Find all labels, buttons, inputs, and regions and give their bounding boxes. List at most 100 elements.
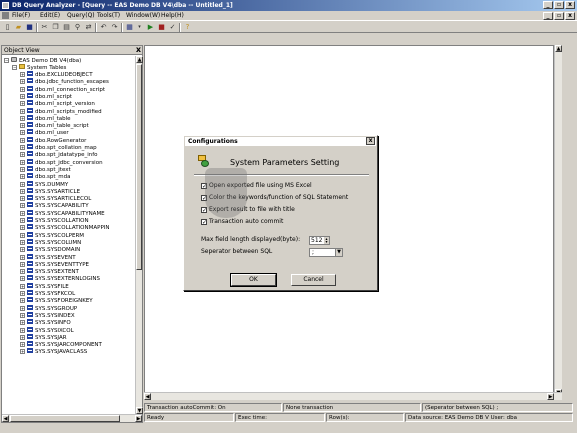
scroll-right-icon[interactable]: ▶ — [547, 393, 554, 400]
expand-icon[interactable]: + — [20, 239, 25, 245]
scroll-right-icon[interactable]: ▶ — [135, 415, 142, 422]
scroll-up-icon[interactable]: ▲ — [136, 56, 143, 63]
close-button[interactable]: x — [565, 1, 575, 9]
expand-icon[interactable]: + — [20, 79, 25, 85]
maximize-button[interactable]: ▫ — [554, 1, 564, 9]
expand-icon[interactable]: + — [20, 327, 25, 333]
tree-table-node[interactable]: + SYS.SYSINDEX — [20, 311, 75, 319]
expand-icon[interactable]: + — [20, 283, 25, 289]
expand-icon[interactable]: + — [20, 261, 25, 267]
results-grid-icon[interactable]: ▦ — [125, 23, 134, 32]
expand-icon[interactable]: + — [20, 93, 25, 99]
tree-table-node[interactable]: + SYS.SYSCAPABILITY — [20, 202, 89, 209]
expand-icon[interactable]: + — [20, 123, 25, 129]
tree-table-node[interactable]: + dbo.ml_connection_script — [20, 85, 105, 93]
expand-icon[interactable]: + — [20, 115, 25, 121]
tree-table-node[interactable]: + SYS.SYSCOLUMN — [20, 238, 81, 246]
tree-root-node[interactable]: − EAS Demo DB V4(dba) — [4, 57, 81, 64]
tree-table-node[interactable]: + dbo.spt_mda — [20, 173, 70, 180]
tree-table-node[interactable]: + SYS.SYSFILE — [20, 282, 69, 290]
mdi-minimize-button[interactable]: _ — [543, 12, 553, 20]
tree-table-node[interactable]: + dbo.ml_user — [20, 129, 69, 136]
object-view-vertical-scrollbar[interactable]: ▲ ▼ — [135, 56, 143, 414]
editor-horizontal-scrollbar[interactable]: ◀ ▶ — [144, 392, 562, 400]
menu-tools[interactable]: Tools(T) — [97, 12, 120, 19]
tree-table-node[interactable]: + SYS.SYSARTICLECOL — [20, 195, 91, 202]
tree-table-node[interactable]: + dbo.ml_scripts_modified — [20, 107, 102, 115]
expand-icon[interactable]: + — [20, 298, 25, 304]
expand-icon[interactable]: + — [20, 166, 25, 172]
dropdown-icon[interactable]: ▾ — [135, 23, 144, 32]
document-icon[interactable] — [2, 12, 9, 19]
expand-icon[interactable]: + — [20, 342, 25, 348]
save-icon[interactable]: ■ — [25, 23, 34, 32]
collapse-icon[interactable]: − — [12, 65, 17, 70]
expand-icon[interactable]: + — [20, 305, 25, 311]
expand-icon[interactable]: + — [20, 291, 25, 296]
object-view-horizontal-scrollbar[interactable]: ◀ ▶ — [2, 414, 142, 422]
redo-icon[interactable]: ↷ — [110, 23, 119, 32]
expand-icon[interactable]: + — [20, 232, 25, 238]
expand-icon[interactable]: + — [20, 152, 25, 158]
tree-table-node[interactable]: + SYS.SYSCOLLATION — [20, 217, 89, 224]
chevron-down-icon[interactable]: ▼ — [335, 249, 342, 256]
tree-table-node[interactable]: + SYS.SYSJAVACLASS — [20, 348, 87, 355]
mdi-close-button[interactable]: x — [565, 12, 575, 20]
expand-icon[interactable]: + — [20, 312, 25, 318]
paste-icon[interactable]: ▤ — [62, 23, 71, 32]
execute-icon[interactable]: ▶ — [146, 23, 155, 32]
expand-icon[interactable]: + — [20, 254, 25, 260]
expand-icon[interactable]: + — [20, 188, 25, 194]
ok-button[interactable]: OK — [230, 273, 277, 287]
dialog-close-button[interactable]: x — [366, 137, 375, 145]
cut-icon[interactable]: ✂ — [40, 23, 49, 32]
tree-table-node[interactable]: + SYS.SYSFOREIGNKEY — [20, 297, 93, 304]
menu-help[interactable]: Help(H) — [161, 12, 184, 19]
expand-icon[interactable]: + — [20, 130, 25, 136]
menu-edit[interactable]: Edit(E) — [40, 12, 60, 19]
tree-table-node[interactable]: + SYS.SYSARTICLE — [20, 187, 80, 195]
collapse-icon[interactable]: − — [4, 58, 9, 63]
expand-icon[interactable]: + — [20, 349, 25, 355]
expand-icon[interactable]: + — [20, 210, 25, 216]
object-view-close-icon[interactable]: x — [136, 46, 141, 54]
expand-icon[interactable]: + — [20, 145, 25, 150]
mdi-maximize-button[interactable]: ▫ — [554, 12, 564, 20]
minimize-button[interactable]: _ — [543, 1, 553, 9]
expand-icon[interactable]: + — [20, 269, 25, 275]
stop-icon[interactable]: ■ — [157, 23, 166, 32]
new-file-icon[interactable]: ▯ — [3, 23, 12, 32]
tree-table-node[interactable]: + SYS.SYSEXTENT — [20, 268, 79, 275]
menu-query[interactable]: Query(Q) — [67, 12, 95, 19]
tree-table-node[interactable]: + SYS.SYSJAR — [20, 333, 67, 341]
expand-icon[interactable]: + — [20, 86, 25, 92]
parse-icon[interactable]: ✓ — [168, 23, 177, 32]
expand-icon[interactable]: + — [20, 334, 25, 340]
menu-file[interactable]: File(F) — [12, 12, 30, 19]
expand-icon[interactable]: + — [20, 276, 25, 282]
scroll-up-icon[interactable]: ▲ — [555, 45, 562, 52]
tree-table-node[interactable]: + dbo.spt_collation_map — [20, 144, 97, 151]
expand-icon[interactable]: + — [20, 159, 25, 165]
tree-table-node[interactable]: + SYS.SYSDOMAIN — [20, 246, 80, 253]
tree-table-node[interactable]: + dbo.spt_jdatatype_info — [20, 151, 98, 158]
help-icon[interactable]: ? — [183, 23, 192, 32]
scroll-thumb[interactable] — [136, 64, 142, 270]
tree-table-node[interactable]: + SYS.SYSCAPABILITYNAME — [20, 209, 105, 217]
tree-table-node[interactable]: + dbo.jdbc_function_escapes — [20, 78, 109, 85]
tree-table-node[interactable]: + SYS.SYSGROUP — [20, 304, 77, 312]
replace-icon[interactable]: ⇄ — [84, 23, 93, 32]
open-folder-icon[interactable]: ▰ — [14, 23, 23, 32]
tree-table-node[interactable]: + SYS.SYSFKCOL — [20, 290, 75, 297]
tree-table-node[interactable]: + dbo.spt_jdbc_conversion — [20, 158, 103, 166]
expand-icon[interactable]: + — [20, 320, 25, 326]
expand-icon[interactable]: + — [20, 72, 25, 77]
separator-select[interactable]: ; ▼ — [309, 248, 343, 257]
expand-icon[interactable]: + — [20, 196, 25, 202]
menu-window[interactable]: Window(W) — [126, 12, 160, 19]
scroll-left-icon[interactable]: ◀ — [2, 415, 9, 422]
cancel-button[interactable]: Cancel — [291, 274, 336, 286]
tree-table-node[interactable]: + SYS.SYSEVENT — [20, 253, 76, 261]
expand-icon[interactable]: + — [20, 247, 25, 253]
tree-folder-node[interactable]: − System Tables — [12, 64, 66, 71]
